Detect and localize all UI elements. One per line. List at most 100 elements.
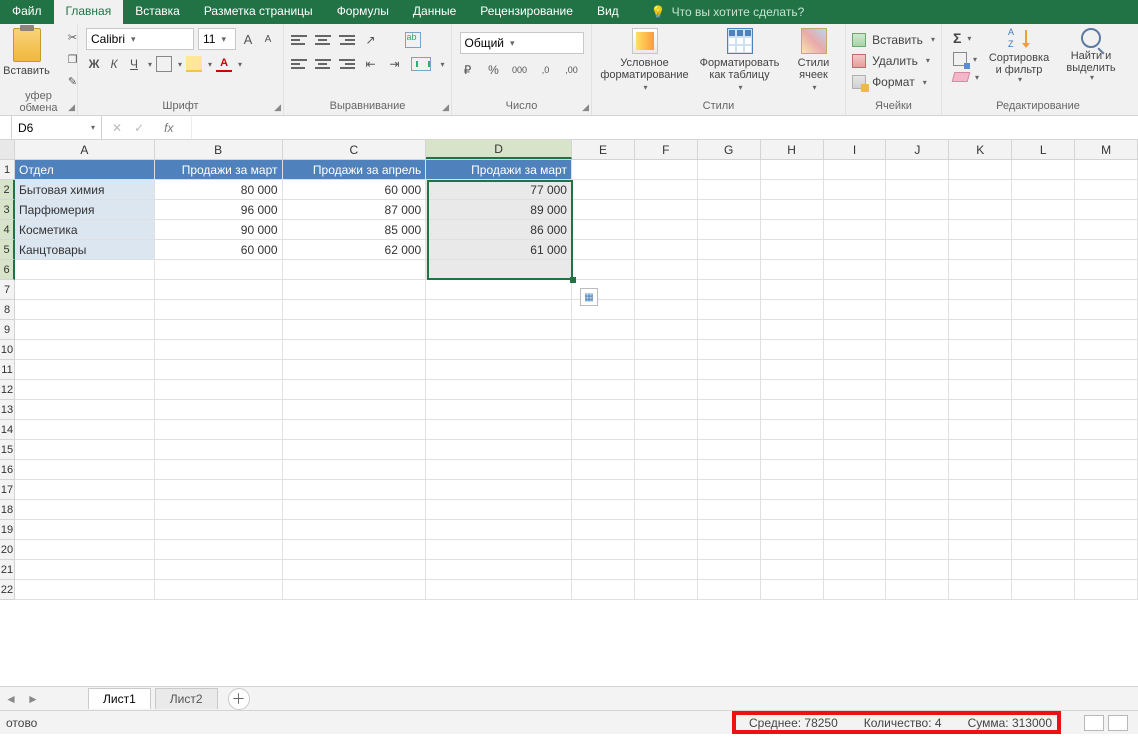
row-header-6[interactable]: 6 — [0, 260, 15, 280]
cell[interactable] — [949, 180, 1012, 200]
cell[interactable] — [949, 280, 1012, 300]
cell[interactable] — [761, 540, 824, 560]
row-header-14[interactable]: 14 — [0, 420, 15, 440]
cell[interactable] — [698, 480, 761, 500]
cell[interactable] — [698, 580, 761, 600]
tab-data[interactable]: Данные — [401, 0, 468, 24]
cell[interactable] — [1075, 360, 1138, 380]
cell[interactable] — [761, 320, 824, 340]
cell[interactable] — [1075, 580, 1138, 600]
cell[interactable] — [824, 460, 887, 480]
selection-fill-handle[interactable] — [570, 277, 576, 283]
row-header-18[interactable]: 18 — [0, 500, 15, 520]
cell[interactable] — [886, 240, 949, 260]
tab-review[interactable]: Рецензирование — [468, 0, 585, 24]
increase-font-button[interactable]: A — [240, 31, 256, 47]
cell[interactable] — [949, 520, 1012, 540]
cell[interactable] — [949, 220, 1012, 240]
cell[interactable] — [824, 580, 887, 600]
row-header-10[interactable]: 10 — [0, 340, 15, 360]
cell[interactable] — [635, 560, 698, 580]
cell[interactable] — [155, 440, 283, 460]
cell[interactable] — [761, 180, 824, 200]
cell[interactable] — [761, 580, 824, 600]
align-bottom-button[interactable] — [339, 34, 355, 46]
tab-insert[interactable]: Вставка — [123, 0, 192, 24]
cell[interactable] — [1075, 540, 1138, 560]
cell[interactable] — [15, 440, 155, 460]
cell[interactable] — [949, 560, 1012, 580]
cell[interactable] — [824, 200, 887, 220]
cell[interactable] — [949, 200, 1012, 220]
cell[interactable] — [155, 360, 283, 380]
cell[interactable] — [824, 260, 887, 280]
col-header-A[interactable]: A — [15, 140, 155, 159]
wrap-text-button[interactable]: ab — [405, 32, 421, 48]
cell[interactable] — [886, 500, 949, 520]
cell[interactable] — [949, 540, 1012, 560]
cell[interactable] — [1012, 220, 1075, 240]
cell[interactable] — [572, 480, 635, 500]
autosum-button[interactable]: Σ▾ — [953, 30, 979, 46]
cell[interactable] — [1012, 300, 1075, 320]
cell[interactable] — [761, 520, 824, 540]
increase-indent-button[interactable]: ⇥ — [387, 56, 403, 72]
row-header-2[interactable]: 2 — [0, 180, 15, 200]
view-page-layout-button[interactable] — [1108, 715, 1128, 731]
align-right-button[interactable] — [339, 58, 355, 70]
cell[interactable] — [283, 320, 427, 340]
cell[interactable] — [886, 260, 949, 280]
col-header-H[interactable]: H — [761, 140, 824, 159]
cell[interactable] — [1075, 520, 1138, 540]
cell[interactable] — [949, 580, 1012, 600]
font-size-combo[interactable]: 11▾ — [198, 28, 236, 50]
cell[interactable] — [635, 200, 698, 220]
col-header-D[interactable]: D — [426, 140, 572, 159]
cell[interactable] — [949, 480, 1012, 500]
cell[interactable] — [635, 220, 698, 240]
cell[interactable] — [572, 160, 635, 180]
decrease-indent-button[interactable]: ⇤ — [363, 56, 379, 72]
row-header-5[interactable]: 5 — [0, 240, 15, 260]
cell[interactable] — [824, 220, 887, 240]
cell[interactable] — [761, 480, 824, 500]
cell[interactable] — [1012, 460, 1075, 480]
decrease-decimal-button[interactable]: ,00 — [564, 62, 580, 78]
cell[interactable] — [1075, 500, 1138, 520]
col-header-F[interactable]: F — [635, 140, 698, 159]
cell[interactable] — [635, 180, 698, 200]
cell[interactable] — [155, 300, 283, 320]
cell[interactable] — [635, 480, 698, 500]
cell[interactable] — [824, 440, 887, 460]
cell[interactable] — [886, 320, 949, 340]
tab-formulas[interactable]: Формулы — [325, 0, 401, 24]
cell[interactable] — [886, 160, 949, 180]
cell[interactable] — [698, 540, 761, 560]
cell[interactable] — [572, 420, 635, 440]
cell[interactable] — [886, 380, 949, 400]
cell[interactable] — [572, 360, 635, 380]
cell[interactable] — [155, 580, 283, 600]
cell[interactable] — [635, 280, 698, 300]
select-all-corner[interactable] — [0, 140, 15, 159]
cell[interactable] — [283, 440, 427, 460]
orientation-button[interactable]: ↗ — [363, 32, 379, 48]
cell[interactable] — [426, 480, 572, 500]
chevron-down-icon[interactable]: ▾ — [148, 60, 152, 69]
cell[interactable] — [283, 460, 427, 480]
sheet-tab-2[interactable]: Лист2 — [155, 688, 218, 709]
sheet-nav-prev[interactable]: ◄ — [2, 690, 20, 708]
cell[interactable] — [1012, 500, 1075, 520]
cell[interactable]: 96 000 — [155, 200, 283, 220]
col-header-B[interactable]: B — [155, 140, 283, 159]
cell[interactable] — [1075, 400, 1138, 420]
cell[interactable] — [824, 180, 887, 200]
cell[interactable] — [15, 520, 155, 540]
cell[interactable] — [761, 420, 824, 440]
cell[interactable] — [761, 280, 824, 300]
number-format-combo[interactable]: Общий▾ — [460, 32, 584, 54]
cell[interactable] — [761, 200, 824, 220]
cell[interactable] — [426, 260, 572, 280]
row-header-13[interactable]: 13 — [0, 400, 15, 420]
cell[interactable] — [426, 300, 572, 320]
